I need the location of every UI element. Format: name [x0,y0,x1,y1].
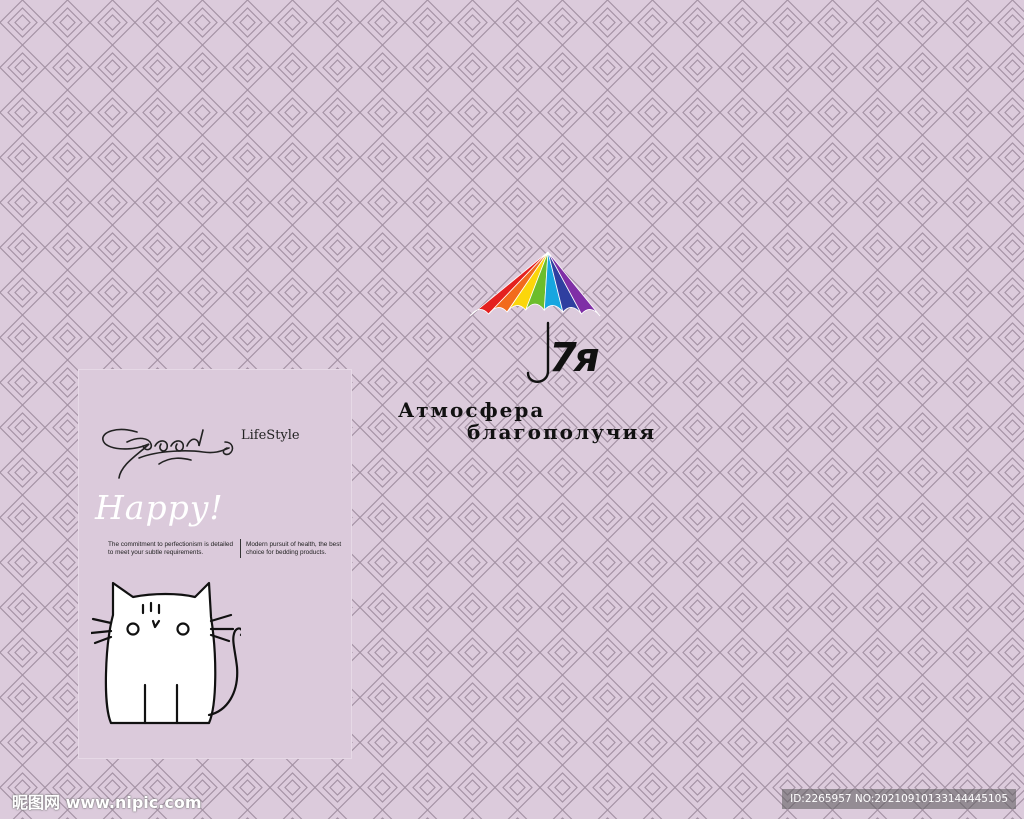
watermark-site: 昵图网 www.nipic.com [12,793,202,812]
tagline-left: The commitment to perfectionism is detai… [108,541,234,556]
slogan-line2: благополучия [467,420,657,444]
product-card: LifeStyle Happy! The commitment to perfe… [78,369,352,759]
lifestyle-label: LifeStyle [241,428,300,443]
slogan-line1: Атмосфера [398,398,546,422]
tagline-right: Modern pursuit of health, the best choic… [246,541,342,556]
watermark-id: ID:2265957 NO:20210910133144445105 [782,789,1016,809]
signature-flourish-icon [102,428,234,479]
cat-doodle-icon [91,581,241,725]
happy-headline: Happy! [95,488,224,527]
brand-7ya-logo: 7я [549,335,599,381]
tagline-divider [240,539,241,558]
